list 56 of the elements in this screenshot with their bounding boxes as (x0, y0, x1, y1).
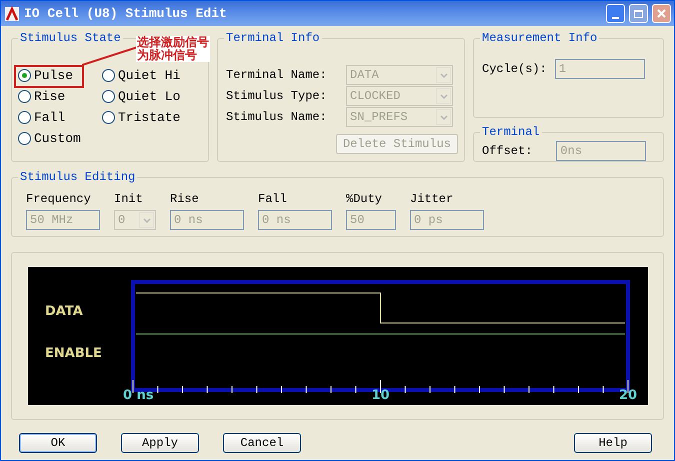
radio-button[interactable] (18, 111, 31, 124)
input-field[interactable]: 50 MHz (26, 210, 100, 230)
dropdown-field[interactable]: CLOCKED (346, 86, 453, 106)
dropdown-field[interactable]: DATA (346, 65, 453, 85)
input-field[interactable]: 0 ps (410, 210, 484, 230)
highlight-frame (14, 65, 84, 88)
field-label: Terminal Name: (226, 67, 328, 84)
radio-button[interactable] (102, 69, 115, 82)
field-label: Rise (170, 191, 200, 208)
radio-label: Fall (34, 108, 66, 127)
radio-label: Tristate (118, 108, 180, 127)
signal-name: DATA (44, 304, 82, 319)
dialog-button[interactable]: Help (574, 433, 652, 453)
field-label: Frequency (26, 191, 92, 208)
input-field[interactable]: 50 (346, 210, 396, 230)
field-label: Stimulus Type: (226, 88, 328, 105)
radio-button[interactable] (102, 90, 115, 103)
radio-button[interactable] (18, 69, 31, 82)
minimize-icon (612, 17, 619, 19)
input-field[interactable]: 0ns (556, 141, 646, 161)
radio-button[interactable] (18, 132, 31, 145)
field-label: Stimulus Name: (226, 109, 328, 126)
callout-text: 为脉冲信号 (137, 49, 198, 62)
field-label: Init (114, 191, 144, 208)
radio-label: Custom (34, 130, 81, 148)
window-title: IO Cell (U8) Stimulus Edit (24, 4, 228, 23)
field-label: %Duty (346, 191, 384, 208)
maximize-icon (634, 10, 643, 18)
radio-label: Rise (34, 88, 66, 106)
axis-tick-label: 10 (370, 388, 390, 403)
field-label: Offset: (482, 143, 532, 160)
dialog-button[interactable]: OK (19, 433, 97, 453)
axis-tick-label: 20 (618, 388, 637, 403)
field-label: Jitter (410, 191, 454, 208)
group-title: Stimulus Editing (18, 169, 138, 185)
radio-label: Pulse (34, 66, 74, 85)
close-icon (657, 9, 666, 18)
input-field[interactable]: 1 (554, 59, 645, 79)
signal-name: ENABLE (44, 346, 102, 361)
radio-button[interactable] (102, 111, 115, 124)
callout-text: 选择激励信号 (137, 36, 209, 49)
dropdown-field[interactable]: 0 (114, 210, 156, 230)
radio-label: Quiet Lo (118, 88, 180, 106)
leader-line (82, 46, 138, 66)
radio-label: Quiet Hi (118, 66, 180, 85)
dialog-button[interactable]: Cancel (223, 433, 301, 453)
dropdown-field[interactable]: SN_PREFS (346, 107, 453, 127)
field-label: Cycle(s): (482, 61, 547, 78)
minimize-button[interactable] (606, 4, 625, 23)
radio-button[interactable] (18, 90, 31, 103)
input-field[interactable]: 0 ns (258, 210, 332, 230)
field-label: Fall (258, 191, 288, 208)
app-icon (4, 6, 20, 22)
dialog-button[interactable]: Apply (121, 433, 199, 453)
axis-tick-label: 0 ns (122, 388, 154, 403)
input-field[interactable]: 0 ns (170, 210, 244, 230)
